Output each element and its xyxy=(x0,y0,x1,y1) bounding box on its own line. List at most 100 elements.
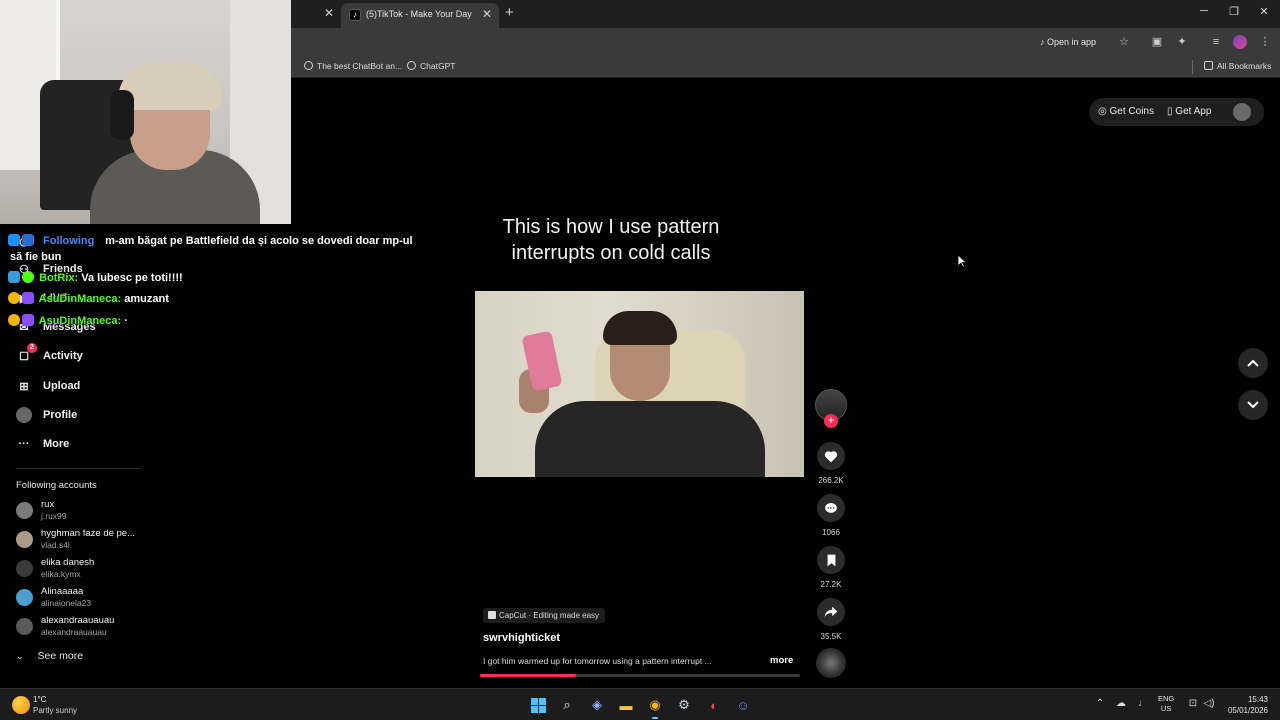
clock-date: 05/01/2026 xyxy=(1227,706,1268,715)
get-app-label: Get App xyxy=(1175,106,1212,117)
bookmark-chatgpt[interactable]: ChatGPT xyxy=(407,61,455,71)
music-disc-icon[interactable] xyxy=(816,648,846,678)
next-video-button[interactable] xyxy=(1238,390,1268,420)
sidebar-item-more[interactable]: ··· More xyxy=(16,433,70,455)
menu-kebab-icon[interactable]: ⋮ xyxy=(1257,34,1273,50)
windows-logo-icon xyxy=(530,697,546,713)
tiktok-icon: ♪ xyxy=(1040,37,1045,47)
video-progress-bar[interactable] xyxy=(480,674,800,677)
microphone-icon[interactable]: ♩ xyxy=(1136,698,1150,709)
tray-overflow-icon[interactable]: ⌃ xyxy=(1093,698,1107,709)
account-item[interactable]: elika danesh elika.kymx xyxy=(16,557,156,581)
video-caption: This is how I use pattern interrupts on … xyxy=(502,216,720,264)
open-in-app-button[interactable]: ♪ Open in app xyxy=(1036,34,1102,51)
start-button[interactable] xyxy=(528,695,548,715)
save-button[interactable] xyxy=(817,546,845,574)
profile-avatar[interactable] xyxy=(1233,35,1247,49)
language-indicator[interactable]: ENG US xyxy=(1158,694,1174,714)
all-bookmarks[interactable]: All Bookmarks xyxy=(1204,61,1271,71)
discord-icon[interactable]: ☺ xyxy=(733,695,753,715)
weather-icon[interactable] xyxy=(12,696,30,714)
folder-icon xyxy=(1204,61,1213,70)
avatar xyxy=(16,502,33,519)
chat-message-3: AsuDinManeca: amuzant xyxy=(8,292,169,305)
chat-message-1-cont: să fie bun xyxy=(10,251,61,263)
capcut-label: CapCut · Editing made easy xyxy=(499,611,600,620)
chat-username: BotRix: xyxy=(39,272,79,284)
weather-temperature: 1°C xyxy=(33,695,47,704)
comment-icon xyxy=(825,502,837,513)
account-item[interactable]: alexandraauauau alexandraauauau xyxy=(16,615,156,639)
account-handle: j.rux99 xyxy=(41,511,67,521)
get-app-button[interactable]: ▯ Get App xyxy=(1167,106,1211,117)
chat-badge-icon xyxy=(22,234,34,246)
clock-time: 15:43 xyxy=(1247,695,1268,704)
restore-button[interactable]: ❐ xyxy=(1224,5,1244,18)
like-button[interactable] xyxy=(817,442,845,470)
chevron-down-icon xyxy=(1247,401,1259,409)
get-coins-button[interactable]: ◎ Get Coins xyxy=(1098,106,1154,117)
video-author[interactable]: swrvhighticket xyxy=(483,632,560,644)
account-item[interactable]: Alinaaaaa alinaionela23 xyxy=(16,586,156,610)
system-clock[interactable]: 15:43 05/01/2026 xyxy=(1218,694,1268,716)
tab-close-button[interactable]: ✕ xyxy=(482,7,492,21)
sidebar-divider xyxy=(16,468,142,469)
see-more-button[interactable]: ⌄ See more xyxy=(16,650,83,662)
extensions-puzzle-icon[interactable]: ✦ xyxy=(1174,34,1190,50)
language-code: ENG xyxy=(1158,694,1175,703)
account-handle: elika.kymx xyxy=(41,569,81,579)
chevron-up-icon xyxy=(1247,359,1259,367)
account-handle: vlad.s4l xyxy=(41,540,70,550)
like-count: 266.2K xyxy=(818,476,844,485)
copilot-icon[interactable]: ◈ xyxy=(587,695,607,715)
inactive-tab-close-button[interactable]: ✕ xyxy=(322,6,336,20)
media-controls-icon[interactable]: ≡ xyxy=(1208,34,1224,50)
all-bookmarks-label: All Bookmarks xyxy=(1217,61,1272,71)
account-name: elika danesh xyxy=(41,557,95,568)
network-icon[interactable]: ⊡ xyxy=(1186,698,1200,709)
video-player[interactable] xyxy=(475,291,804,477)
more-icon: ··· xyxy=(18,438,30,450)
chat-message-text: amuzant xyxy=(124,293,169,305)
sidebar-item-profile[interactable]: Profile xyxy=(16,404,77,426)
minimize-button[interactable]: ─ xyxy=(1194,5,1214,17)
see-more-label: See more xyxy=(37,650,84,662)
previous-video-button[interactable] xyxy=(1238,348,1268,378)
sidebar-item-activity[interactable]: ☐ 2 Activity xyxy=(16,343,83,367)
avatar xyxy=(16,589,33,606)
tab-tiktok[interactable]: ♪ (5)TikTok - Make Your Day ✕ xyxy=(341,3,499,28)
app-icon[interactable]: ◐ xyxy=(704,695,724,715)
chatgpt-icon xyxy=(407,61,416,70)
share-button[interactable] xyxy=(817,598,845,626)
close-window-button[interactable]: ✕ xyxy=(1254,5,1274,18)
phone-icon: ▯ xyxy=(1167,106,1173,117)
capcut-tag[interactable]: CapCut · Editing made easy xyxy=(483,608,606,623)
file-explorer-icon[interactable]: ▬ xyxy=(616,695,636,715)
tray-app-icon[interactable]: ☁ xyxy=(1114,698,1128,709)
user-avatar[interactable] xyxy=(1233,103,1251,121)
upload-icon: ⊞ xyxy=(19,380,29,393)
headset-icon xyxy=(110,90,134,140)
heart-icon xyxy=(824,450,838,462)
account-name: hyghman faze de pe... xyxy=(41,528,136,539)
search-icon[interactable]: ⌕ xyxy=(557,695,577,715)
region-code: US xyxy=(1160,704,1172,713)
mouse-cursor-icon xyxy=(957,254,967,268)
follow-plus-icon[interactable]: + xyxy=(824,414,838,428)
bookmark-chatbot[interactable]: The best ChatBot an... xyxy=(304,61,402,71)
new-tab-button[interactable]: + xyxy=(505,4,514,21)
account-item[interactable]: rux j.rux99 xyxy=(16,499,156,523)
steam-icon[interactable]: ⚙ xyxy=(674,695,694,715)
account-item[interactable]: hyghman faze de pe... vlad.s4l xyxy=(16,528,156,552)
avatar xyxy=(16,531,33,548)
extension-icon[interactable]: ▣ xyxy=(1149,34,1165,50)
chat-username: AsuDinManeca: xyxy=(38,293,122,305)
more-button[interactable]: more xyxy=(770,655,793,666)
comment-button[interactable] xyxy=(817,494,845,522)
bookmark-star-icon[interactable]: ☆ xyxy=(1116,34,1132,50)
chrome-icon[interactable]: ◉ xyxy=(645,695,665,719)
volume-icon[interactable]: ◁) xyxy=(1202,698,1216,709)
bookmark-chatbot-icon xyxy=(304,61,313,70)
video-progress-fill xyxy=(480,674,576,677)
sidebar-item-upload[interactable]: ⊞ Upload xyxy=(16,375,80,397)
